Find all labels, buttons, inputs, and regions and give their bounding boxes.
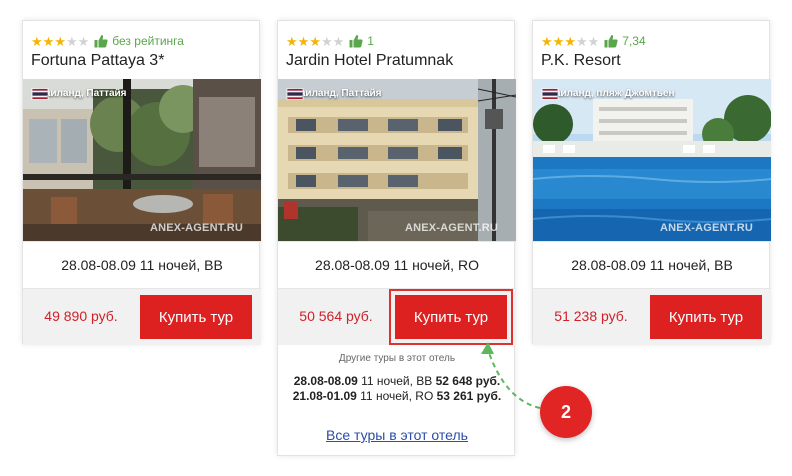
price-bar: 49 890 руб. Купить тур [23,289,261,345]
tour-dates: 28.08-08.09 11 ночей, BB [23,241,261,289]
star-icon: ★ [65,33,78,49]
star-icon: ★ [541,33,553,49]
star-icon: ★ [309,33,321,49]
other-tour-details: 11 ночей, BB [357,374,436,388]
star-icon: ★ [320,33,333,49]
hotel-photo-image [23,79,261,241]
hotel-photo[interactable]: Таиланд, Паттайя ANEX-AGENT.RU [23,79,261,241]
thumbs-up-icon [604,35,618,48]
tour-price: 51 238 руб. [554,308,628,324]
tour-price: 50 564 руб. [299,308,373,324]
other-tours-title: Другие туры в этот отель [338,353,456,364]
buy-tour-button[interactable]: Купить тур [140,295,252,339]
star-rating: ★ ★ ★ ★ ★ [286,35,344,48]
other-tours-panel: Другие туры в этот отель 28.08-08.09 11 … [278,345,516,457]
hotel-photo-image [278,79,516,241]
thailand-flag-icon [541,88,559,100]
star-rating: ★ ★ ★ ★ ★ [541,35,599,48]
step-number-badge: 2 [540,386,592,438]
tour-dates: 28.08-08.09 11 ночей, RO [278,241,516,289]
star-icon: ★ [77,33,90,49]
hotel-card-fortuna: ★ ★ ★ ★ ★ без рейтинга Fortuna Pattaya 3* [22,20,261,345]
other-tour-details: 11 ночей, RO [356,389,437,403]
price-bar: 51 238 руб. Купить тур [533,289,771,345]
hotel-name[interactable]: Fortuna Pattaya 3* [31,52,164,70]
location-text: Таиланд, пляж Джомтьен [549,88,675,99]
photo-watermark: ANEX-AGENT.RU [404,222,498,234]
star-icon: ★ [297,33,310,49]
hotel-name[interactable]: P.K. Resort [541,52,621,70]
other-tour-price: 53 261 руб. [436,389,502,403]
price-bar: 50 564 руб. Купить тур [278,289,516,345]
star-icon: ★ [54,33,66,49]
star-icon: ★ [42,33,55,49]
tour-price: 49 890 руб. [44,308,118,324]
other-tour-dates: 28.08-08.09 [293,374,358,388]
star-icon: ★ [286,33,298,49]
star-icon: ★ [564,33,576,49]
star-icon: ★ [575,33,588,49]
buy-tour-button[interactable]: Купить тур [395,295,507,339]
photo-watermark: ANEX-AGENT.RU [149,222,243,234]
rating-value: без рейтинга [112,34,184,48]
hotel-photo[interactable]: Таиланд, Паттайя ANEX-AGENT.RU [278,79,516,241]
hotel-rating: ★ ★ ★ ★ ★ без рейтинга [31,33,184,49]
star-icon: ★ [332,33,345,49]
photo-watermark: ANEX-AGENT.RU [659,222,753,234]
rating-value: 7,34 [622,34,646,48]
hotel-photo[interactable]: Таиланд, пляж Джомтьен ANEX-AGENT.RU [533,79,771,241]
thailand-flag-icon [31,88,49,100]
tour-dates: 28.08-08.09 11 ночей, BB [533,241,771,289]
hotel-location: Таиланд, Паттайя [31,88,127,100]
thumbs-up-icon [94,35,108,48]
location-text: Таиланд, Паттайя [39,88,127,99]
other-tour-price: 52 648 руб. [435,374,501,388]
rating-value: 1 [367,34,374,48]
star-rating: ★ ★ ★ ★ ★ [31,35,89,48]
thumbs-up-icon [349,35,363,48]
thailand-flag-icon [286,88,304,100]
hotel-location: Таиланд, Паттайя [286,88,382,100]
hotel-card-jardin: ★ ★ ★ ★ ★ 1 Jardin Hotel Pratumnak Таила… [277,20,516,457]
other-tour-row[interactable]: 21.08-01.09 11 ночей, RO 53 261 руб. [278,389,516,403]
hotel-name[interactable]: Jardin Hotel Pratumnak [286,52,453,70]
hotel-photo-image [533,79,771,241]
star-icon: ★ [31,33,43,49]
hotel-card-pk-resort: ★ ★ ★ ★ ★ 7,34 P.K. Resort Таиланд, пляж… [532,20,771,345]
hotel-location: Таиланд, пляж Джомтьен [541,88,675,100]
buy-tour-button[interactable]: Купить тур [650,295,762,339]
hotel-rating: ★ ★ ★ ★ ★ 7,34 [541,33,646,49]
all-tours-link[interactable]: Все туры в этот отель [278,427,516,443]
star-icon: ★ [552,33,565,49]
hotel-rating: ★ ★ ★ ★ ★ 1 [286,33,374,49]
other-tour-row[interactable]: 28.08-08.09 11 ночей, BB 52 648 руб. [278,374,516,388]
other-tour-dates: 21.08-01.09 [292,389,357,403]
star-icon: ★ [587,33,600,49]
location-text: Таиланд, Паттайя [294,88,382,99]
